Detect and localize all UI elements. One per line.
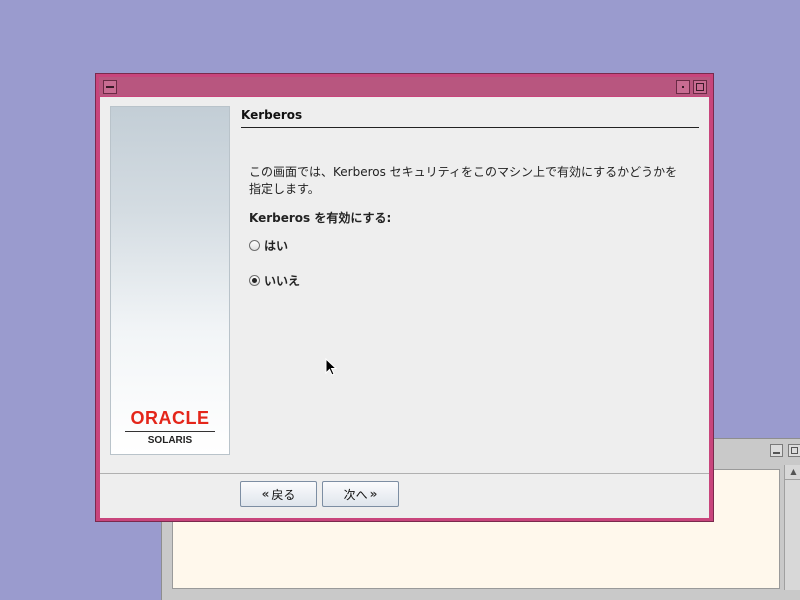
minimize-icon[interactable]: [770, 444, 783, 457]
window-titlebar[interactable]: [99, 77, 710, 96]
logo-divider: [125, 431, 215, 432]
radio-label-yes[interactable]: はい: [264, 237, 288, 254]
back-button-label: 戻る: [271, 487, 296, 502]
section-title: Kerberos: [241, 108, 303, 122]
enable-kerberos-prompt: Kerberos を有効にする:: [249, 211, 392, 225]
radio-option-no[interactable]: いいえ: [249, 271, 300, 289]
branding-side-panel: ORACLE SOLARIS: [110, 106, 230, 455]
description-text: この画面では、Kerberos セキュリティをこのマシン上で有効にするかどうかを…: [249, 165, 678, 196]
maximize-icon[interactable]: [693, 80, 707, 94]
radio-label-no[interactable]: いいえ: [264, 272, 300, 289]
radio-option-yes[interactable]: はい: [249, 236, 288, 254]
footer-divider: [100, 473, 709, 474]
dialog-body: ORACLE SOLARIS Kerberos この画面では、Kerberos …: [100, 97, 709, 518]
radio-button-unchecked[interactable]: [249, 239, 260, 251]
double-chevron-left-icon: «: [261, 487, 270, 501]
radio-button-checked[interactable]: [249, 274, 260, 286]
maximize-icon[interactable]: [788, 444, 800, 457]
scroll-up-arrow-icon[interactable]: ▲: [785, 465, 800, 480]
vertical-scrollbar[interactable]: ▲: [784, 465, 800, 590]
next-button-label: 次へ: [343, 487, 368, 502]
next-button[interactable]: 次へ »: [322, 481, 399, 507]
solaris-label: SOLARIS: [147, 435, 193, 446]
installer-window: ORACLE SOLARIS Kerberos この画面では、Kerberos …: [95, 73, 714, 522]
back-button[interactable]: « 戻る: [240, 481, 317, 507]
oracle-logo: ORACLE: [130, 408, 210, 428]
minimize-icon[interactable]: [676, 80, 690, 94]
mouse-pointer-icon: [325, 358, 338, 376]
double-chevron-right-icon: »: [369, 487, 378, 501]
section-divider: [241, 127, 699, 128]
window-menu-icon[interactable]: [103, 80, 117, 94]
